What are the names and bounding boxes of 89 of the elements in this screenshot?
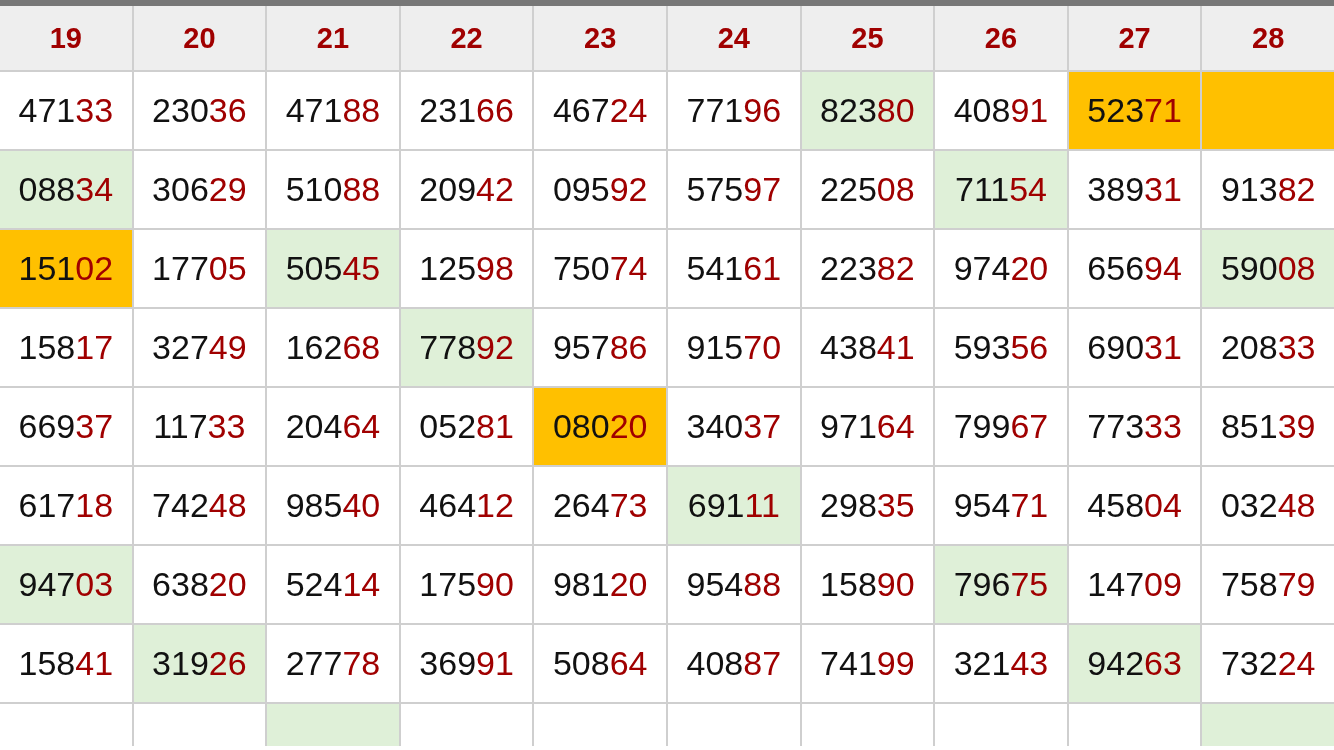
table-cell: 98120	[534, 546, 666, 623]
table-cell: 08020	[534, 388, 666, 465]
table-cell: 29835	[801, 467, 934, 544]
table-cell: 59356	[935, 309, 1067, 386]
column-header: 20	[133, 6, 266, 70]
table-cell: 91382	[1202, 151, 1334, 228]
table-cell: 77892	[400, 309, 533, 386]
column-header: 27	[1068, 6, 1201, 70]
column-header: 19	[0, 6, 132, 70]
table-cell: 51088	[267, 151, 399, 228]
table-cell: 38931	[1068, 151, 1201, 228]
table-cell: 20942	[400, 151, 533, 228]
table-cell: 66937	[0, 388, 132, 465]
table-cell: 34037	[668, 388, 800, 465]
table-cell: 47133	[0, 72, 132, 149]
table-cell: 08834	[0, 151, 132, 228]
table-cell: 52371	[1068, 72, 1201, 149]
table-cell: 23036	[133, 72, 266, 149]
table-cell: 50864	[534, 625, 666, 702]
table-cell: 46412	[400, 467, 533, 544]
table-cell: 15817	[0, 309, 132, 386]
column-header: 24	[668, 6, 800, 70]
column-header: 21	[267, 6, 399, 70]
table-cell: 20464	[267, 388, 399, 465]
column-header: 28	[1202, 6, 1334, 70]
table-cell: 30629	[133, 151, 266, 228]
table-cell: 94703	[0, 546, 132, 623]
table-cell: 27778	[267, 625, 399, 702]
table-cell: 54161	[668, 230, 800, 307]
table-cell: 46724	[534, 72, 666, 149]
table-cell: 43841	[801, 309, 934, 386]
table-cell: 47188	[267, 72, 399, 149]
table-cell: 15890	[801, 546, 934, 623]
table-cell: 71154	[935, 151, 1067, 228]
column-header: 22	[400, 6, 533, 70]
table-cell: 16268	[267, 309, 399, 386]
table-cell: 59008	[1202, 230, 1334, 307]
table-cell: 82380	[801, 72, 934, 149]
table-cell: 36991	[400, 625, 533, 702]
table-cell: 57597	[668, 151, 800, 228]
table-cell: 95786	[534, 309, 666, 386]
table-cell: 23166	[400, 72, 533, 149]
table-cell: 40891	[935, 72, 1067, 149]
table-cell: 95471	[935, 467, 1067, 544]
column-header: 25	[801, 6, 934, 70]
table-cell: 12598	[400, 230, 533, 307]
table-cell: 94263	[1068, 625, 1201, 702]
table-cell: 61718	[0, 467, 132, 544]
table-cell: 05281	[400, 388, 533, 465]
table-cell: 52414	[267, 546, 399, 623]
table-cell: 26473	[534, 467, 666, 544]
table-cell: 97164	[801, 388, 934, 465]
table-cell: 97420	[935, 230, 1067, 307]
table-cell: 79675	[935, 546, 1067, 623]
table-cell: 32749	[133, 309, 266, 386]
table-cell: 69111	[668, 467, 800, 544]
table-cell: 69031	[1068, 309, 1201, 386]
table-cell: 74199	[801, 625, 934, 702]
table-cell: 15102	[0, 230, 132, 307]
table-cell: 75879	[1202, 546, 1334, 623]
table-cell: 03248	[1202, 467, 1334, 544]
table-cell: 22382	[801, 230, 934, 307]
table-cell: 77333	[1068, 388, 1201, 465]
table-cell: 74248	[133, 467, 266, 544]
table-cell: 79967	[935, 388, 1067, 465]
table-cell: 73224	[1202, 625, 1334, 702]
table-cell: 75074	[534, 230, 666, 307]
table-cell: 98540	[267, 467, 399, 544]
table-cell: 40887	[668, 625, 800, 702]
table-cell: 15841	[0, 625, 132, 702]
table-cell: 65694	[1068, 230, 1201, 307]
table-cell: 17705	[133, 230, 266, 307]
table-cell: 20833	[1202, 309, 1334, 386]
table-cell: 50545	[267, 230, 399, 307]
table-cell: 11733	[133, 388, 266, 465]
column-header: 26	[935, 6, 1067, 70]
table-cell: 77196	[668, 72, 800, 149]
table-cell: 91570	[668, 309, 800, 386]
table-cell: 95488	[668, 546, 800, 623]
table-cell: 63820	[133, 546, 266, 623]
table-cell: 45804	[1068, 467, 1201, 544]
table-cell: 31926	[133, 625, 266, 702]
column-header: 23	[534, 6, 666, 70]
table-cell: 09592	[534, 151, 666, 228]
table-cell: 22508	[801, 151, 934, 228]
table-cell: 32143	[935, 625, 1067, 702]
table-cell: 17590	[400, 546, 533, 623]
table-cell: 14709	[1068, 546, 1201, 623]
table-cell: 85139	[1202, 388, 1334, 465]
